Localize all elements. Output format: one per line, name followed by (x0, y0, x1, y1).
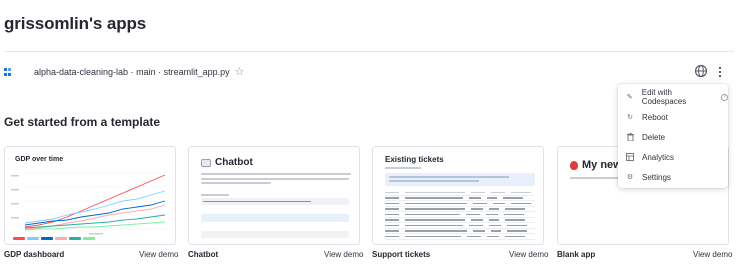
view-demo-link-chatbot[interactable]: View demo (324, 250, 363, 259)
preview-title: Existing tickets (385, 155, 444, 164)
menu-item-edit-with-codespaces[interactable]: ✎ Edit with Codespaces ? (618, 87, 728, 107)
balloon-icon (570, 160, 578, 170)
preview-title: My new (570, 159, 622, 171)
star-icon[interactable]: ☆ (235, 66, 245, 78)
menu-item-settings[interactable]: ⚙ Settings (618, 167, 728, 187)
analytics-icon (626, 153, 634, 161)
template-label-blank-app[interactable]: Blank app (557, 250, 595, 259)
template-label-chatbot[interactable]: Chatbot (188, 250, 218, 259)
globe-icon[interactable] (694, 64, 708, 78)
view-demo-link-support-tickets[interactable]: View demo (509, 250, 548, 259)
template-label-gdp-dashboard[interactable]: GDP dashboard (4, 250, 64, 259)
app-row[interactable]: alpha-data-cleaning-lab · main · streaml… (4, 62, 734, 82)
menu-item-delete[interactable]: Delete (618, 127, 728, 147)
app-grid-icon (4, 68, 12, 76)
divider (4, 51, 734, 52)
reboot-icon: ↻ (627, 113, 633, 121)
gdp-line-chart-preview (11, 172, 167, 240)
menu-item-label: Settings (642, 172, 671, 182)
page-title: grissomlin's apps (4, 14, 147, 33)
view-demo-link-blank-app[interactable]: View demo (693, 250, 732, 259)
preview-subtitle (385, 167, 421, 169)
template-card-gdp-dashboard[interactable]: GDP over time (4, 146, 176, 245)
preview-alert (385, 173, 535, 186)
help-icon[interactable]: ? (721, 93, 728, 101)
menu-item-analytics[interactable]: Analytics (618, 147, 728, 167)
preview-table (385, 190, 535, 240)
app-options-menu: ✎ Edit with Codespaces ? ↻ Reboot Delete… (618, 84, 728, 188)
menu-item-label: Reboot (642, 112, 668, 122)
menu-item-label: Analytics (642, 152, 675, 162)
preview-title: Chatbot (201, 157, 253, 168)
section-title: Get started from a template (4, 115, 161, 129)
view-demo-link-gdp-dashboard[interactable]: View demo (139, 250, 178, 259)
preview-info-box (201, 214, 349, 222)
app-name-link[interactable]: alpha-data-cleaning-lab · main · streaml… (34, 67, 230, 77)
preview-text-lines (201, 173, 351, 187)
template-card-support-tickets[interactable]: Existing tickets (372, 146, 544, 245)
kebab-menu-icon[interactable] (715, 64, 725, 80)
preview-title: GDP over time (15, 156, 64, 163)
preview-chat-input (201, 231, 349, 238)
template-label-support-tickets[interactable]: Support tickets (372, 250, 430, 259)
chat-bubble-icon (201, 158, 211, 167)
preview-field-label (201, 194, 229, 196)
template-card-chatbot[interactable]: Chatbot (188, 146, 360, 245)
preview-input (201, 198, 349, 205)
gear-icon: ⚙ (626, 173, 634, 181)
menu-item-label: Edit with Codespaces (641, 88, 687, 106)
menu-item-reboot[interactable]: ↻ Reboot (618, 107, 728, 127)
trash-icon (626, 133, 634, 141)
menu-item-label: Delete (642, 132, 666, 142)
pencil-icon: ✎ (626, 93, 633, 101)
